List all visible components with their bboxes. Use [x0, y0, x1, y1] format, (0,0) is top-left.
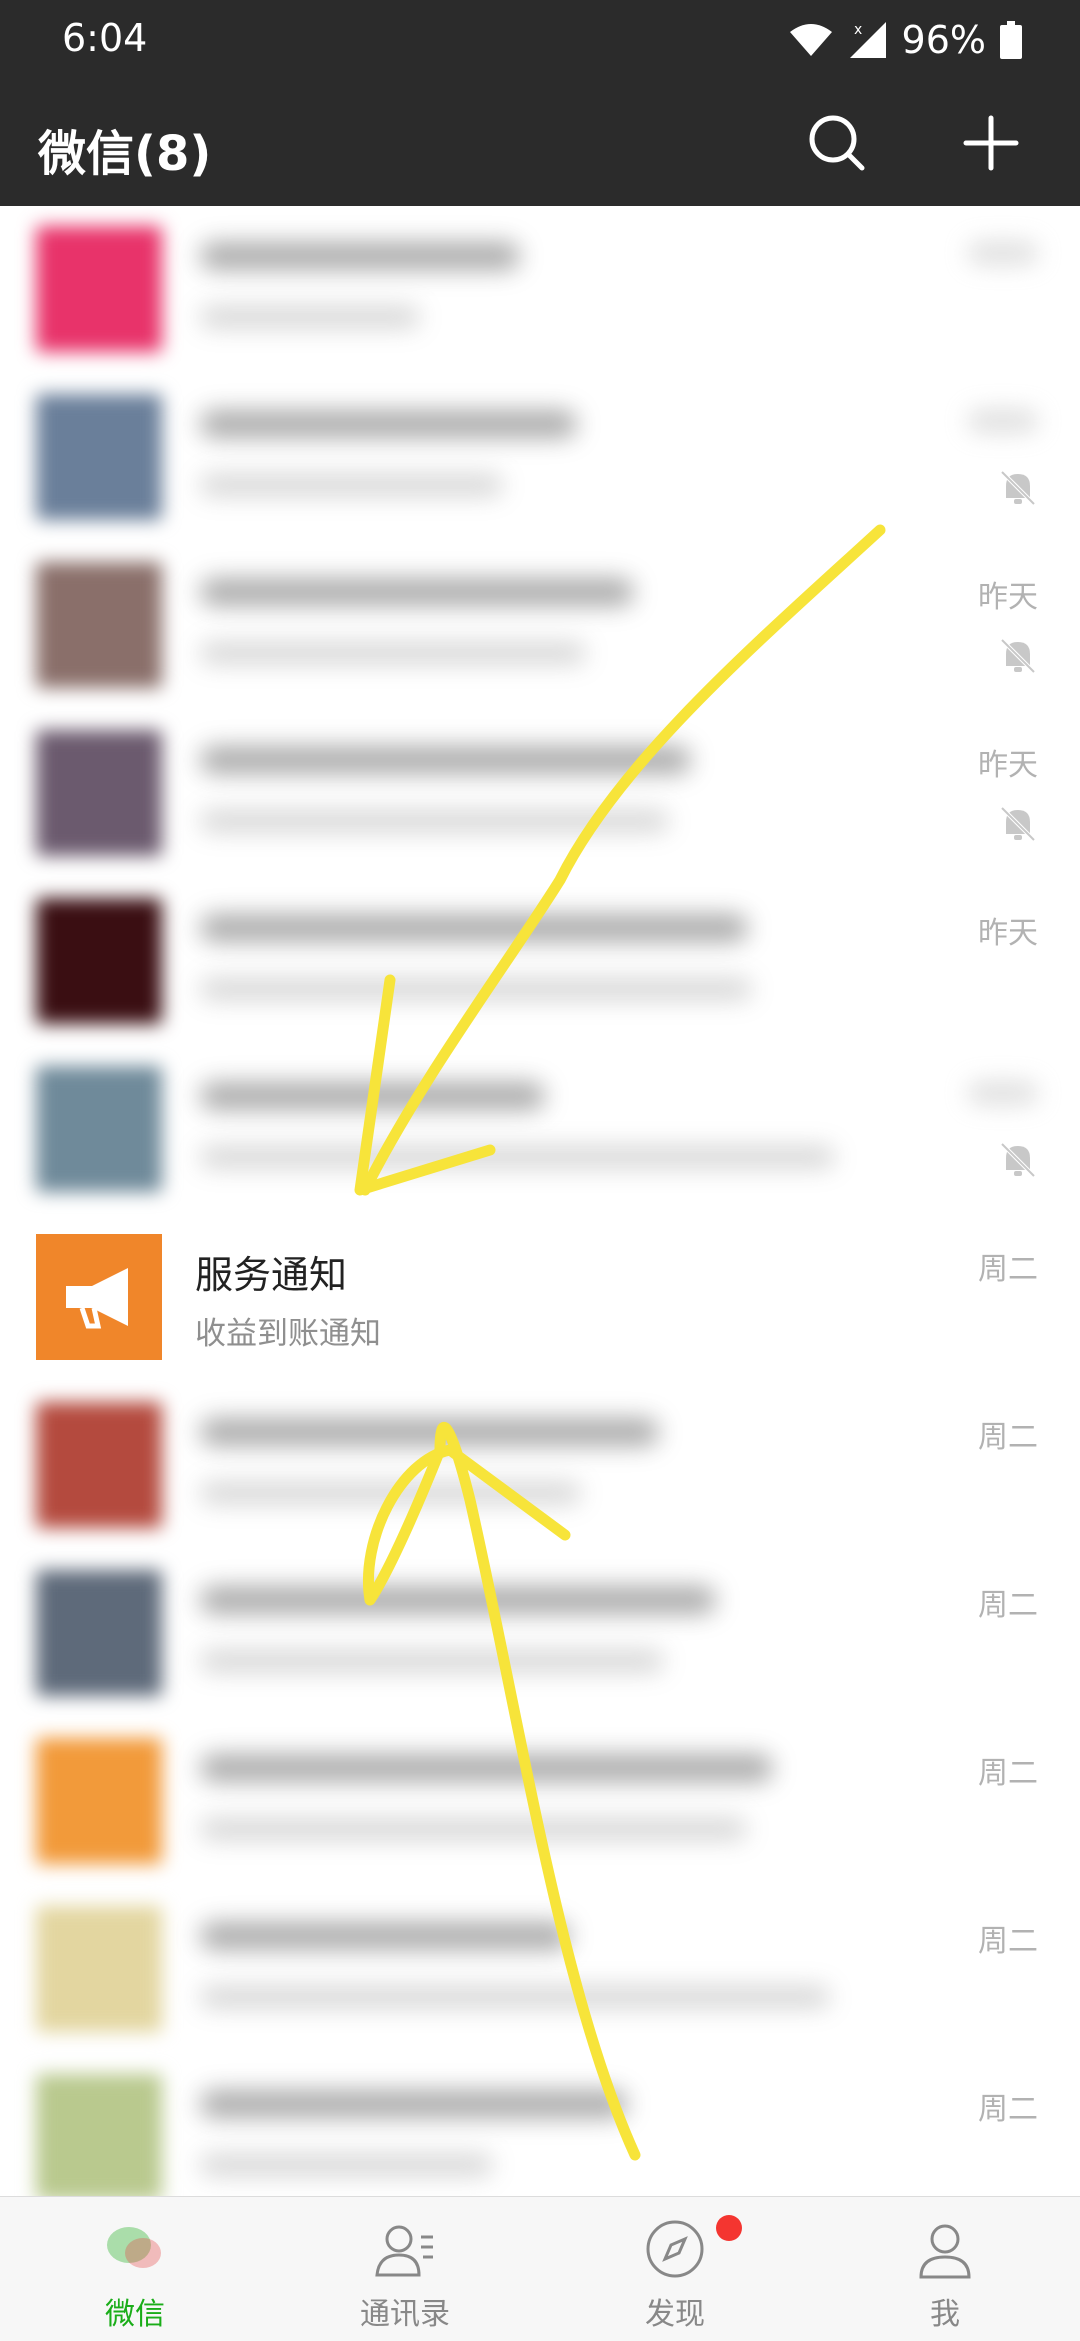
- avatar: [36, 226, 162, 352]
- chat-time: 周二: [978, 1588, 1038, 1623]
- chat-time: 昨天: [978, 748, 1038, 783]
- blurred-subtitle: [200, 1146, 835, 1168]
- blurred-subtitle: [200, 1650, 664, 1672]
- blurred-subtitle: [200, 306, 420, 328]
- battery-icon: [1000, 21, 1022, 59]
- muted-bell-icon: [1000, 806, 1036, 842]
- avatar: [36, 1738, 162, 1864]
- status-icons: x 96%: [788, 16, 1022, 64]
- signal-icon: x: [849, 22, 886, 58]
- blurred-title: [200, 1586, 716, 1614]
- chat-row[interactable]: 昨天: [0, 542, 1080, 711]
- avatar: [36, 562, 162, 688]
- status-bar: 6:04 x 96%: [0, 0, 1080, 78]
- blurred-time: [968, 1082, 1038, 1104]
- avatar: [36, 1066, 162, 1192]
- blurred-subtitle: [200, 642, 586, 664]
- chat-time: 周二: [978, 1756, 1038, 1791]
- chat-row[interactable]: 周二: [0, 1886, 1080, 2055]
- avatar: [36, 1570, 162, 1696]
- chat-time: 周二: [978, 1252, 1038, 1287]
- tab-me[interactable]: 我: [810, 2197, 1080, 2341]
- muted-bell-icon: [1000, 470, 1036, 506]
- blurred-subtitle: [200, 474, 503, 496]
- blurred-subtitle: [200, 810, 669, 832]
- tab-discover[interactable]: 发现: [540, 2197, 810, 2341]
- chat-row[interactable]: [0, 374, 1080, 543]
- chat-time: 昨天: [978, 580, 1038, 615]
- chat-preview: 收益到账通知: [195, 1316, 381, 1352]
- avatar: [36, 1402, 162, 1528]
- chat-row[interactable]: 周二: [0, 1382, 1080, 1551]
- chat-row[interactable]: 昨天: [0, 878, 1080, 1047]
- tab-chats[interactable]: 微信: [0, 2197, 270, 2341]
- avatar: [36, 394, 162, 520]
- chat-title: 服务通知: [195, 1253, 348, 1297]
- add-icon[interactable]: [956, 108, 1026, 178]
- blurred-time: [968, 410, 1038, 432]
- blurred-title: [200, 1754, 773, 1782]
- blurred-subtitle: [200, 1482, 581, 1504]
- compass-icon: [646, 2220, 704, 2278]
- muted-bell-icon: [1000, 638, 1036, 674]
- tab-label: 微信: [105, 2297, 165, 2332]
- tab-label: 发现: [645, 2297, 705, 2332]
- bottom-tab-bar: 微信 通讯录 发现 我: [0, 2196, 1080, 2341]
- chat-row[interactable]: 周二: [0, 1718, 1080, 1887]
- blurred-title: [200, 1082, 545, 1110]
- chat-list: 昨天 昨天 昨天 服务通知 收益到账通知 周二 周二 周二 周二 周二 周二: [0, 206, 1080, 2196]
- blurred-title: [200, 1418, 659, 1446]
- blurred-title: [200, 1922, 570, 1950]
- tab-label: 通讯录: [360, 2297, 450, 2332]
- wifi-icon: [789, 24, 832, 56]
- profile-icon: [919, 2224, 971, 2279]
- chat-row[interactable]: 昨天: [0, 710, 1080, 879]
- blurred-title: [200, 2090, 627, 2118]
- chat-row[interactable]: 周二: [0, 2054, 1080, 2196]
- page-title: 微信(8): [38, 126, 212, 182]
- chat-time: 昨天: [978, 916, 1038, 951]
- blurred-subtitle: [200, 1986, 830, 2008]
- blurred-title: [200, 914, 748, 942]
- blurred-title: [200, 242, 520, 270]
- tab-contacts[interactable]: 通讯录: [270, 2197, 540, 2341]
- svg-text:x: x: [854, 22, 862, 38]
- status-time: 6:04: [62, 16, 148, 60]
- avatar: [36, 730, 162, 856]
- battery-percent: 96%: [901, 18, 986, 62]
- muted-bell-icon: [1000, 1142, 1036, 1178]
- chat-time: 周二: [978, 1420, 1038, 1455]
- blurred-time: [968, 242, 1038, 264]
- service-notification-avatar: [36, 1234, 162, 1360]
- chat-icon: [107, 2227, 161, 2268]
- chat-row[interactable]: 服务通知收益到账通知 周二: [0, 1214, 1080, 1383]
- avatar: [36, 898, 162, 1024]
- search-icon[interactable]: [802, 108, 872, 178]
- blurred-title: [200, 746, 691, 774]
- blurred-subtitle: [200, 978, 752, 1000]
- blurred-subtitle: [200, 1818, 747, 1840]
- avatar: [36, 2074, 162, 2196]
- contacts-icon: [375, 2225, 433, 2277]
- chat-time: 周二: [978, 2092, 1038, 2127]
- chat-time: 周二: [978, 1924, 1038, 1959]
- chat-row[interactable]: [0, 1046, 1080, 1215]
- blurred-title: [200, 578, 634, 606]
- avatar: [36, 1906, 162, 2032]
- chat-row[interactable]: [0, 206, 1080, 375]
- notification-dot: [716, 2215, 742, 2241]
- blurred-title: [200, 410, 577, 438]
- app-header: 微信(8): [0, 78, 1080, 206]
- tab-label: 我: [930, 2297, 960, 2332]
- chat-row[interactable]: 周二: [0, 1550, 1080, 1719]
- megaphone-icon: [66, 1268, 128, 1329]
- blurred-subtitle: [200, 2154, 493, 2176]
